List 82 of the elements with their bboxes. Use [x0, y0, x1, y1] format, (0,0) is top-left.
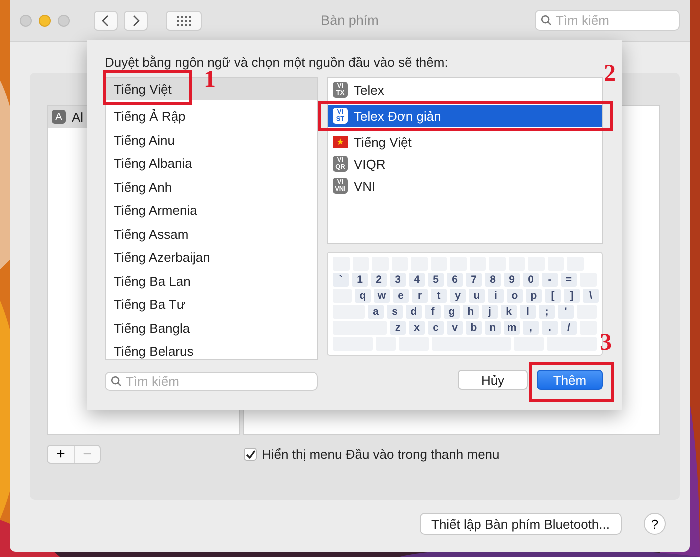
- keyboard-key: g: [444, 305, 460, 319]
- language-item[interactable]: Tiếng Ainu: [106, 128, 317, 152]
- search-field[interactable]: Tìm kiếm: [535, 10, 680, 31]
- keyboard-key: 3: [390, 273, 406, 287]
- chevron-right-icon: [132, 14, 140, 26]
- keyboard-key: y: [450, 289, 466, 303]
- keyboard-key: \: [583, 289, 599, 303]
- keyboard-key: 4: [409, 273, 425, 287]
- keyboard-key: a: [368, 305, 384, 319]
- keyboard-key: ,: [523, 321, 539, 335]
- keyboard-key: t: [431, 289, 447, 303]
- keyboard-key: s: [387, 305, 403, 319]
- keyboard-key: k: [501, 305, 517, 319]
- keyboard-key: u: [469, 289, 485, 303]
- checkbox[interactable]: [244, 448, 257, 460]
- keyboard-key: x: [409, 321, 425, 335]
- source-badge: A: [52, 110, 66, 124]
- keyboard-key: l: [520, 305, 536, 319]
- keyboard-key: ]: [564, 289, 580, 303]
- language-item[interactable]: Tiếng Anh: [106, 176, 317, 199]
- chevron-left-icon: [102, 14, 110, 26]
- language-item[interactable]: Tiếng Ả Rập: [106, 105, 317, 128]
- keyboard-key: o: [507, 289, 523, 303]
- keyboard-key: f: [425, 305, 441, 319]
- keyboard-key: .: [542, 321, 558, 335]
- keyboard-key: ;: [539, 305, 555, 319]
- bluetooth-setup-button[interactable]: Thiết lập Bàn phím Bluetooth...: [420, 513, 622, 535]
- keyboard-key: c: [428, 321, 444, 335]
- keyboard-key: 2: [371, 273, 387, 287]
- keyboard-key: v: [447, 321, 463, 335]
- search-icon: [541, 15, 552, 26]
- keyboard-key: /: [561, 321, 577, 335]
- forward-button[interactable]: [124, 10, 148, 30]
- checkbox-label: Hiển thị menu Đầu vào trong thanh menu: [262, 446, 500, 462]
- add-button[interactable]: +: [48, 446, 74, 462]
- keyboard-key: 8: [485, 273, 501, 287]
- language-item[interactable]: Tiếng Assam: [106, 222, 317, 246]
- language-item[interactable]: Tiếng Azerbaijan: [106, 246, 317, 270]
- keyboard-key: n: [485, 321, 501, 335]
- keyboard-key: 5: [428, 273, 444, 287]
- keyboard-key: -: [542, 273, 558, 287]
- language-item[interactable]: Tiếng Belarus: [106, 340, 317, 364]
- keyboard-key: z: [390, 321, 406, 335]
- help-button[interactable]: ?: [644, 513, 666, 535]
- keyboard-key: `: [333, 273, 349, 287]
- keyboard-key: j: [482, 305, 498, 319]
- keyboard-key: h: [463, 305, 479, 319]
- keyboard-key: 0: [523, 273, 539, 287]
- language-item[interactable]: Tiếng Armenia: [106, 199, 317, 222]
- language-item[interactable]: Tiếng Ba Lan: [106, 270, 317, 293]
- keyboard-key: =: [561, 273, 577, 287]
- keyboard-key: e: [393, 289, 409, 303]
- language-item[interactable]: Tiếng Bangla: [106, 316, 317, 340]
- step-number: 2: [604, 62, 616, 86]
- keyboard-key: 1: [352, 273, 368, 287]
- keyboard-key: i: [488, 289, 504, 303]
- search-field[interactable]: Tìm kiếm: [105, 372, 318, 391]
- keyboard-key: q: [355, 289, 371, 303]
- language-item[interactable]: Tiếng Albania: [106, 152, 317, 176]
- window-title: Bàn phím: [321, 13, 379, 28]
- input-source-item[interactable]: Tiếng Việt: [328, 131, 602, 153]
- add-button[interactable]: Thêm: [537, 370, 603, 390]
- keyboard-key: 6: [447, 273, 463, 287]
- keyboard-key: p: [526, 289, 542, 303]
- language-item[interactable]: Tiếng Ba Tư: [106, 293, 317, 316]
- keyboard-key: b: [466, 321, 482, 335]
- show-all-button[interactable]: [166, 10, 202, 30]
- back-button[interactable]: [94, 10, 118, 30]
- flag-icon: [333, 136, 348, 148]
- sheet-heading: Duyệt bằng ngôn ngữ và chọn một nguồn đầu vào sẽ thêm:: [105, 55, 450, 70]
- grid-icon: [177, 16, 191, 26]
- keyboard-key: [: [545, 289, 561, 303]
- keyboard-key: w: [374, 289, 390, 303]
- keyboard-key: m: [504, 321, 520, 335]
- search-icon: [111, 376, 122, 387]
- step-number: 3: [600, 331, 612, 355]
- keyboard-key: 7: [466, 273, 482, 287]
- keyboard-key: r: [412, 289, 428, 303]
- keyboard-key: 9: [504, 273, 520, 287]
- cancel-button[interactable]: Hủy: [458, 370, 528, 390]
- keyboard-key: ': [558, 305, 574, 319]
- keyboard-key: d: [406, 305, 422, 319]
